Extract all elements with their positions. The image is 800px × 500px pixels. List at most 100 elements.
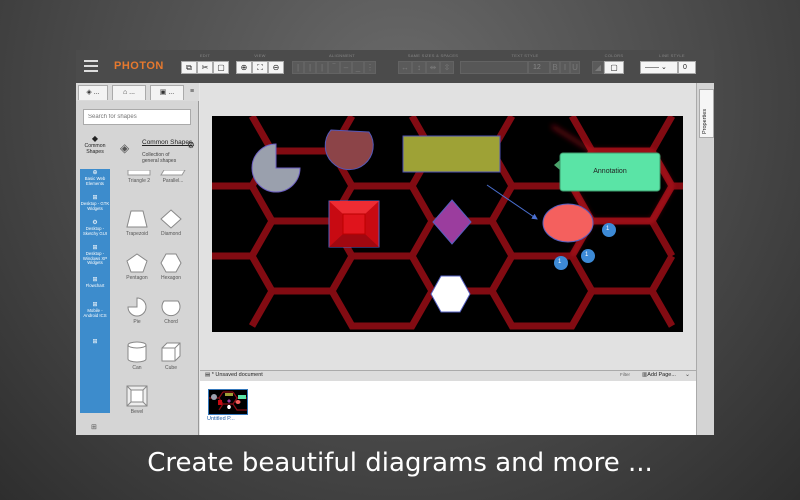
shape-trapezoid[interactable]: Trapezoid [119, 209, 155, 253]
badge-label: 1 [585, 252, 589, 258]
same-height-icon[interactable]: ↕ [412, 61, 426, 74]
shape-label: Diamond [160, 231, 181, 237]
menu-icon[interactable] [84, 60, 98, 72]
colors-group: COLORS ◢ ▢ [592, 52, 636, 80]
align-left-icon[interactable]: | [292, 61, 304, 74]
bevel-icon [126, 385, 148, 407]
diagram-svg [212, 116, 683, 330]
category-item[interactable]: ⊞ [80, 338, 110, 363]
diamond-shape[interactable] [432, 199, 472, 245]
zoom-in-icon[interactable]: ⊕ [236, 61, 252, 74]
hexagon-shape[interactable] [430, 275, 471, 313]
category-item[interactable]: ⚙ Desktop - Sketchy GUI [80, 219, 110, 244]
page-thumbnail-label[interactable]: Untitled P... [207, 416, 235, 422]
line-style-icon[interactable]: —— ⌄ [640, 61, 678, 74]
line-width-field[interactable]: 0 [678, 61, 696, 74]
shape-pentagon[interactable]: Pentagon [119, 253, 155, 297]
underline-icon[interactable]: U [570, 61, 580, 74]
grid-icon: ⊞ [92, 339, 98, 345]
same-sizes-group: SAME SIZES & SPACES ↔ ↕ ⇹ ⇳ [398, 52, 468, 80]
gear-icon[interactable]: ⚙ [187, 140, 195, 151]
alignment-group: ALIGNMENT | | | ‾ – _ ⋮ [292, 52, 392, 80]
category-item[interactable]: ⊞ Mobile - Android ICS [80, 301, 110, 338]
add-page-button[interactable]: ▥Add Page... [642, 372, 676, 378]
chevron-down-icon[interactable]: ⌄ [685, 371, 690, 378]
filter-button[interactable]: Filter [620, 372, 630, 377]
fit-icon[interactable]: ⛶ [252, 61, 268, 74]
pie-icon [127, 297, 147, 317]
category-label: Mobile - Android ICS [83, 308, 107, 318]
align-bottom-icon[interactable]: _ [352, 61, 364, 74]
shape-search-input[interactable] [83, 109, 191, 125]
tab-layers-label: ... [93, 89, 100, 96]
stack-icon: ◆ [91, 134, 99, 143]
distribute-icon[interactable]: ⋮ [364, 61, 376, 74]
shape-can[interactable]: Can [119, 341, 155, 385]
hexagon-icon [160, 253, 182, 273]
cut-icon[interactable]: ✂ [197, 61, 213, 74]
tab-properties[interactable]: Properties [699, 89, 714, 138]
shape-bevel[interactable]: Bevel [119, 385, 155, 429]
stroke-color-icon[interactable]: ▢ [604, 61, 624, 74]
shape-label: Pie [133, 319, 141, 325]
ellipse-shape[interactable] [542, 203, 594, 243]
category-item[interactable]: ⊞ Flowchart [80, 276, 110, 301]
align-middle-icon[interactable]: – [340, 61, 352, 74]
category-label: Desktop - GTK Widgets [80, 201, 110, 211]
diagram-canvas[interactable]: Annotation 1 1 1 [212, 116, 683, 332]
marketing-caption: Create beautiful diagrams and more ... [147, 448, 653, 478]
olive-rectangle[interactable] [402, 135, 501, 173]
align-right-icon[interactable]: | [316, 61, 328, 74]
panel-collapse-icon[interactable]: ≡ [187, 85, 197, 100]
align-top-icon[interactable]: ‾ [328, 61, 340, 74]
zoom-out-icon[interactable]: ⊖ [268, 61, 284, 74]
shape-parallelogram[interactable]: Parallel... [155, 170, 191, 190]
library-title[interactable]: Common Shapes [142, 139, 192, 146]
same-vspace-icon[interactable]: ⇳ [440, 61, 454, 74]
edit-group: EDIT ⧉ ✂ ▢ [181, 52, 229, 80]
tab-toolbox[interactable]: ⌂ ... [112, 85, 146, 100]
shape-label: Hexagon [160, 275, 181, 281]
pages-header: ▤ * Unsaved document Filter ▥Add Page...… [200, 370, 696, 381]
italic-icon[interactable]: I [560, 61, 570, 74]
same-width-icon[interactable]: ↔ [398, 61, 412, 74]
view-group: VIEW ⊕ ⛶ ⊖ [236, 52, 284, 80]
category-label: Basic Web Elements [84, 176, 106, 186]
stack-icon: ◈ [120, 141, 130, 155]
annotation-text: Annotation [593, 168, 627, 175]
font-size-field[interactable]: 12 [528, 61, 550, 74]
category-label: Desktop - Sketchy GUI [82, 226, 108, 236]
colors-group-label: COLORS [604, 53, 624, 58]
category-item[interactable]: ⊕ Basic Web Elements [80, 169, 110, 194]
thumbnail-preview [209, 391, 247, 411]
fill-color-icon[interactable]: ◢ [592, 61, 604, 74]
bevel-shape[interactable] [328, 200, 380, 248]
shape-triangle-2[interactable]: Triangle 2 [121, 170, 157, 190]
bold-icon[interactable]: B [550, 61, 560, 74]
shape-hexagon[interactable]: Hexagon [153, 253, 189, 297]
pages-list: Untitled P... [200, 381, 696, 435]
category-item[interactable]: ⊞ Desktop - GTK Widgets [80, 194, 110, 219]
edit-group-label: EDIT [199, 53, 211, 58]
grid-toggle-icon[interactable]: ⊞ [91, 423, 97, 431]
category-item[interactable]: ⊞ Desktop - Windows XP Widgets [80, 244, 110, 276]
shape-pie[interactable]: Pie [119, 297, 155, 341]
chord-shape[interactable] [324, 129, 374, 171]
shape-label: Bevel [130, 409, 144, 415]
shape-chord[interactable]: Chord [153, 297, 189, 341]
shape-diamond[interactable]: Diamond [153, 209, 189, 253]
tab-layers[interactable]: ◈ ... [78, 85, 108, 100]
align-center-icon[interactable]: | [304, 61, 316, 74]
page-thumbnail[interactable] [208, 389, 248, 415]
font-family-select[interactable] [460, 61, 528, 74]
category-common-shapes[interactable]: ◆ Common Shapes [80, 134, 110, 155]
chord-icon [161, 300, 181, 317]
app-brand: PHOTON [114, 60, 164, 72]
library-description: Collection of general shapes [142, 152, 177, 164]
same-hspace-icon[interactable]: ⇹ [426, 61, 440, 74]
copy-icon[interactable]: ⧉ [181, 61, 197, 74]
line-style-group-label: LINE STYLE [659, 53, 685, 58]
paste-icon[interactable]: ▢ [213, 61, 229, 74]
tab-images[interactable]: ▣ ... [150, 85, 184, 100]
shape-cube[interactable]: Cube [153, 341, 189, 385]
